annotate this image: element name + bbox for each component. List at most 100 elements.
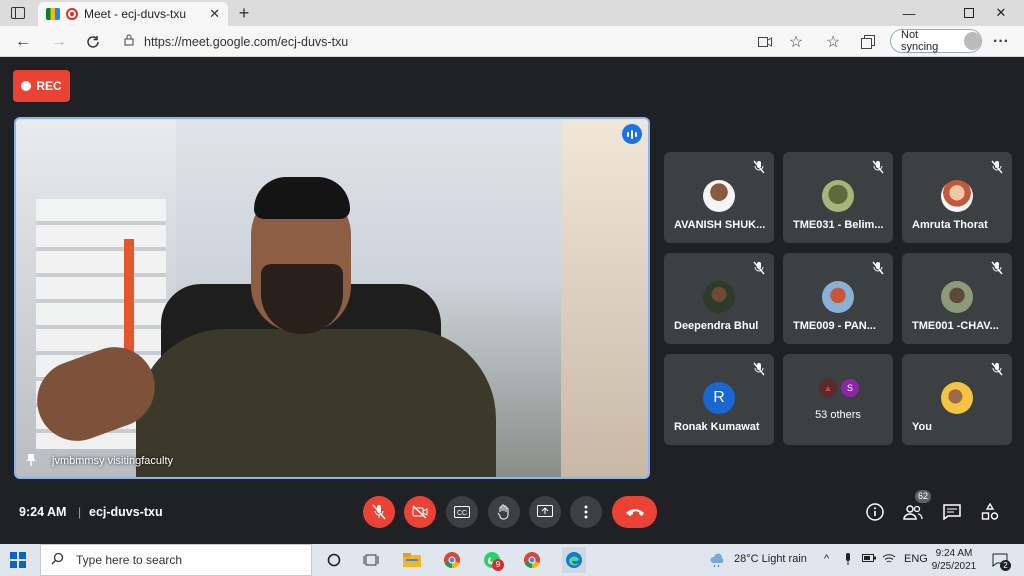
pin-icon[interactable]	[24, 453, 38, 467]
others-tile[interactable]: ▲ S 53 others	[783, 354, 893, 445]
raise-hand-button[interactable]	[488, 496, 520, 528]
battery-icon[interactable]	[862, 553, 876, 566]
participant-avatar	[941, 180, 973, 212]
participant-tile[interactable]: Amruta Thorat	[902, 152, 1012, 243]
participant-name: You	[912, 421, 932, 433]
hang-up-icon	[625, 509, 644, 516]
url-field[interactable]: https://meet.google.com/ecj-duvs-txu	[116, 29, 816, 54]
divider: |	[78, 505, 82, 519]
video-person-body	[136, 329, 496, 477]
mic-off-icon	[752, 160, 766, 174]
recording-indicator: REC	[13, 70, 70, 102]
participant-tile[interactable]: TME001 -CHAV...	[902, 253, 1012, 344]
language-indicator[interactable]: ENG	[904, 553, 928, 565]
chat-button[interactable]	[941, 501, 963, 523]
tab-actions-icon[interactable]	[6, 4, 30, 22]
search-icon	[51, 552, 64, 568]
mic-off-icon	[871, 160, 885, 174]
start-windows-icon[interactable]	[10, 552, 26, 568]
participant-name: AVANISH SHUK...	[674, 219, 766, 231]
camera-off-icon	[412, 505, 428, 519]
video-person-hair	[254, 177, 350, 219]
favorites-icon[interactable]: ☆	[822, 31, 844, 53]
participant-avatar	[822, 281, 854, 313]
settings-menu-icon[interactable]: ···	[990, 31, 1012, 53]
refresh-button[interactable]	[82, 31, 104, 53]
camera-in-use-icon[interactable]	[754, 31, 776, 53]
back-button[interactable]: ←	[12, 31, 34, 53]
participant-tile[interactable]: TME009 - PAN...	[783, 253, 893, 344]
participant-name: Amruta Thorat	[912, 219, 988, 231]
participant-avatar	[941, 382, 973, 414]
self-tile[interactable]: You	[902, 354, 1012, 445]
participant-tile[interactable]: Deependra Bhul	[664, 253, 774, 344]
participant-avatar	[703, 281, 735, 313]
more-options-button[interactable]	[570, 496, 602, 528]
participant-tile[interactable]: TME031 - Belim...	[783, 152, 893, 243]
collections-icon[interactable]	[857, 31, 879, 53]
microphone-tray-icon[interactable]	[844, 553, 852, 568]
svg-text:CC: CC	[457, 510, 467, 517]
minimize-button[interactable]: —	[886, 0, 932, 26]
browser-tab-meet[interactable]: Meet - ecj-duvs-txu ✕	[38, 2, 228, 26]
participant-name: TME009 - PAN...	[793, 320, 876, 332]
forward-button[interactable]: →	[48, 31, 70, 53]
mic-off-icon	[372, 504, 386, 520]
address-bar-row: ← → https://meet.google.com/ecj-duvs-txu…	[0, 26, 1024, 57]
mic-toggle-button[interactable]	[363, 496, 395, 528]
speaking-indicator-icon	[622, 124, 642, 144]
taskbar-search-box[interactable]: Type here to search	[40, 544, 312, 576]
captions-button[interactable]: CC	[446, 496, 478, 528]
lock-icon	[124, 33, 134, 51]
camera-toggle-button[interactable]	[404, 496, 436, 528]
search-placeholder: Type here to search	[76, 553, 183, 567]
close-tab-icon[interactable]: ✕	[209, 6, 220, 22]
participant-name: Ronak Kumawat	[674, 421, 760, 433]
participant-name: TME031 - Belim...	[793, 219, 884, 231]
participant-tile[interactable]: AVANISH SHUK...	[664, 152, 774, 243]
file-explorer-icon[interactable]	[402, 550, 422, 570]
tray-overflow-icon[interactable]: ^	[824, 553, 829, 565]
meeting-details-button[interactable]	[864, 501, 886, 523]
profile-sync-button[interactable]: Not syncing	[890, 29, 982, 53]
others-count: 53 others	[815, 409, 861, 421]
taskbar-clock[interactable]: 9:24 AM 9/25/2021	[928, 547, 980, 573]
meeting-code: ecj-duvs-txu	[89, 505, 163, 519]
network-icon[interactable]	[882, 553, 896, 567]
info-icon	[866, 503, 884, 521]
clock-time: 9:24 AM	[935, 548, 973, 559]
other-avatar: ▲	[819, 379, 837, 397]
weather-text[interactable]: 28°C Light rain	[734, 553, 807, 565]
participant-initial-avatar: R	[703, 382, 735, 414]
chrome-profile-icon[interactable]	[522, 550, 542, 570]
cortana-icon[interactable]	[324, 550, 344, 570]
task-view-icon[interactable]	[361, 550, 381, 570]
present-screen-button[interactable]	[529, 496, 561, 528]
chat-icon	[943, 504, 961, 520]
mic-off-icon	[990, 261, 1004, 275]
main-speaker-video[interactable]: jvmbmmsy visitingfaculty	[14, 117, 650, 479]
people-button[interactable]	[902, 501, 924, 523]
browser-tab-bar: Meet - ecj-duvs-txu ✕ + — ✕	[0, 0, 1024, 26]
participant-name: TME001 -CHAV...	[912, 320, 999, 332]
close-window-button[interactable]: ✕	[978, 0, 1024, 26]
present-icon	[537, 505, 553, 517]
new-tab-button[interactable]: +	[234, 3, 254, 23]
captions-icon: CC	[454, 506, 470, 518]
participant-name: Deependra Bhul	[674, 320, 759, 332]
mic-off-icon	[752, 362, 766, 376]
chrome-icon[interactable]	[442, 550, 462, 570]
add-favorite-icon[interactable]: ☆	[785, 31, 807, 53]
profile-avatar	[963, 32, 981, 50]
clock-date: 9/25/2021	[931, 561, 977, 572]
people-icon	[903, 505, 923, 520]
mic-off-icon	[871, 261, 885, 275]
hand-icon	[497, 504, 509, 520]
participant-tile[interactable]: R Ronak Kumawat	[664, 354, 774, 445]
mic-off-icon	[990, 160, 1004, 174]
record-dot-icon	[21, 81, 32, 91]
leave-call-button[interactable]	[612, 496, 657, 528]
activities-button[interactable]	[979, 501, 1001, 523]
edge-icon[interactable]	[562, 547, 586, 573]
participant-avatar	[822, 180, 854, 212]
